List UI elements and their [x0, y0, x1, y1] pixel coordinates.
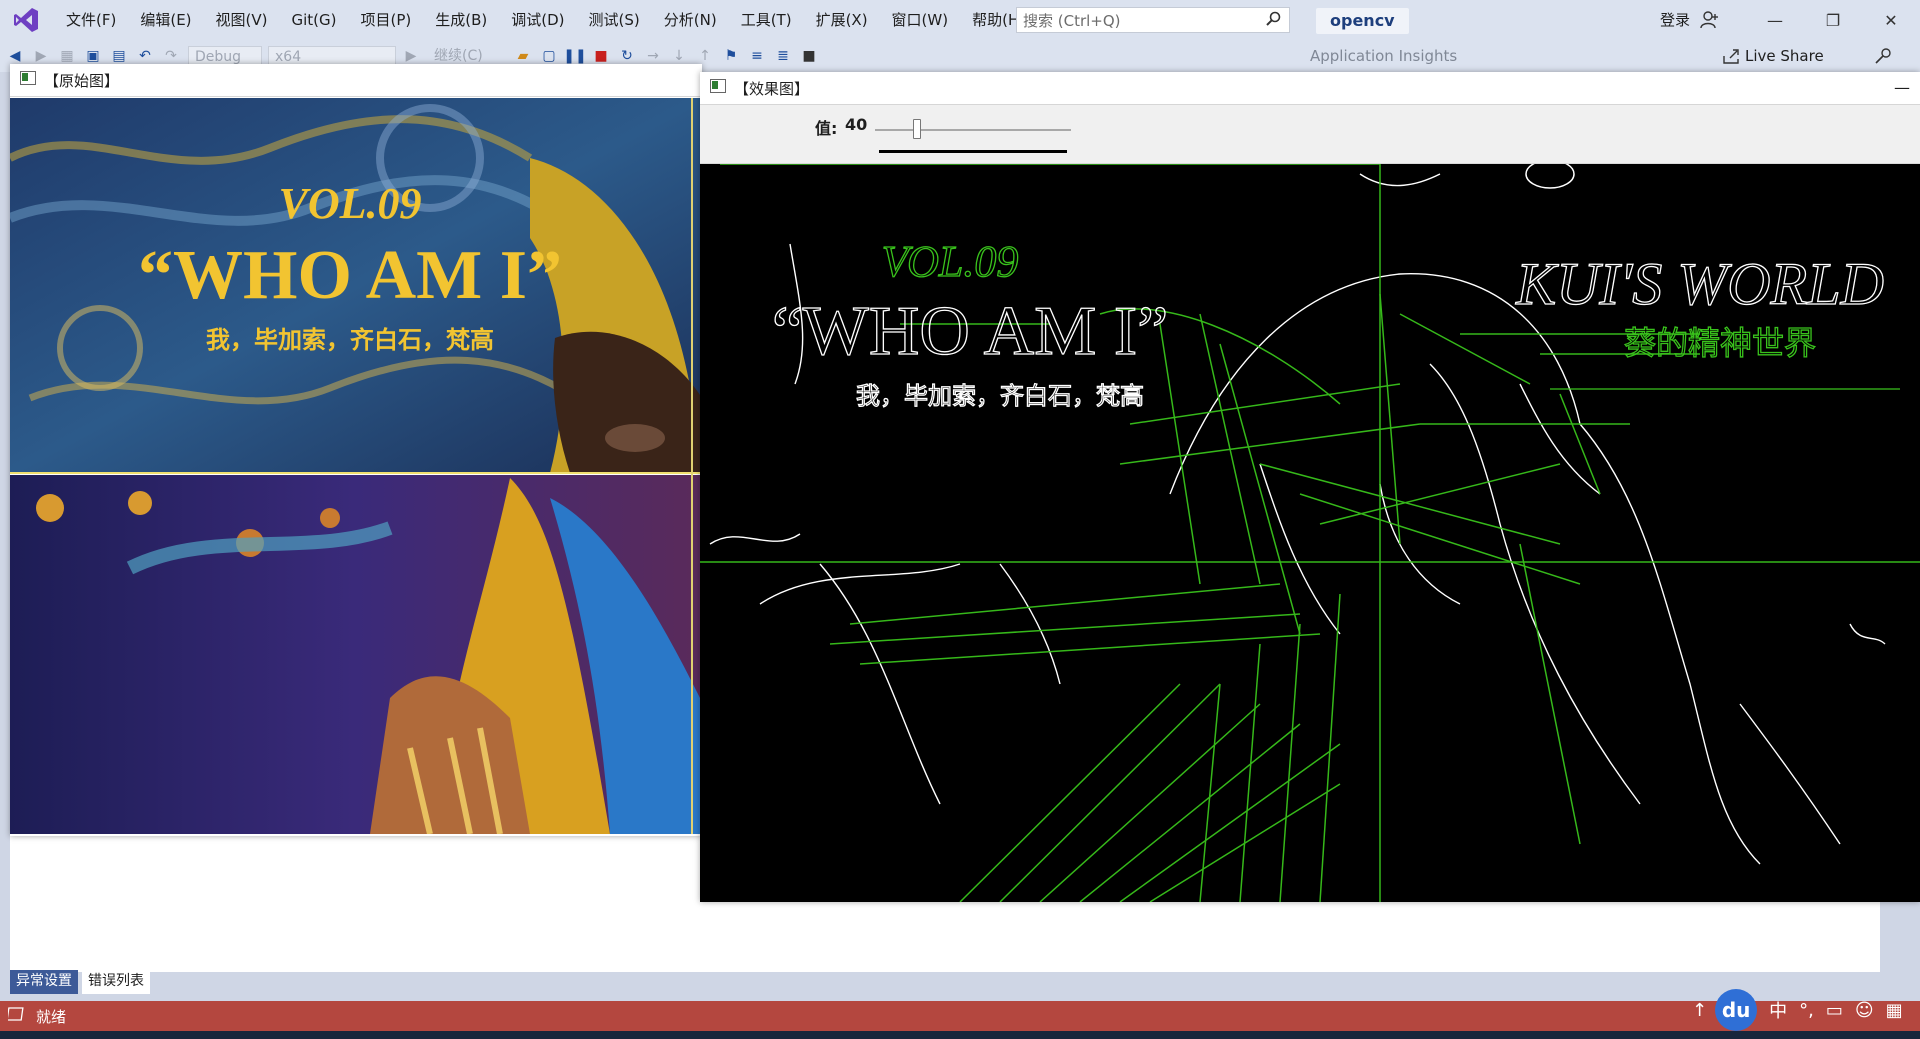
original-window-title: 【原始图】 — [44, 71, 120, 90]
menu-tools[interactable]: 工具(T) — [729, 0, 804, 40]
slider-rail — [875, 129, 1071, 131]
search-placeholder: 搜索 (Ctrl+Q) — [1023, 11, 1121, 30]
login-link[interactable]: 登录 — [1660, 0, 1690, 40]
slider-underline — [879, 150, 1067, 153]
breakpoint-icon[interactable]: ⚑ — [720, 45, 742, 67]
user-icon[interactable]: ☺ — [1855, 1000, 1874, 1021]
keyboard-icon[interactable]: ▭ — [1826, 1000, 1843, 1021]
poster-subtitle-text: 我，毕加索，齐白石，梵高 — [206, 326, 494, 354]
tab-error-list[interactable]: 错误列表 — [82, 970, 150, 994]
minimize-icon[interactable]: — — [1894, 78, 1910, 97]
tab-exception-settings[interactable]: 异常设置 — [10, 970, 78, 994]
effect-right-subtitle-text: 葵的精神世界 — [1624, 324, 1816, 362]
ime-mode[interactable]: 中 — [1769, 997, 1787, 1023]
continue-button[interactable]: 继续(C) — [428, 46, 508, 66]
search-icon — [1265, 11, 1281, 31]
effect-subtitle-text: 我，毕加索，齐白石，梵高 — [856, 382, 1144, 410]
stop-square-icon[interactable]: ■ — [798, 45, 820, 67]
application-insights-button[interactable]: Application Insights — [1310, 47, 1457, 65]
effect-window-titlebar[interactable]: 【效果图】 — — [700, 72, 1920, 105]
live-share-icon — [1722, 47, 1740, 69]
minimize-icon[interactable]: — — [1752, 0, 1798, 40]
edge-detection-image: VOL.09 “WHO AM I” 我，毕加索，齐白石，梵高 KUI'S WOR… — [700, 164, 1920, 902]
effect-vol-text: VOL.09 — [882, 237, 1019, 286]
trackbar-value: 40 — [845, 115, 868, 134]
menu-debug[interactable]: 调试(D) — [499, 0, 576, 40]
original-image: VOL.09 “WHO AM I” 我，毕加索，齐白石，梵高 — [10, 98, 702, 834]
window-app-icon — [20, 71, 36, 89]
upload-arrow-icon[interactable]: ↑ — [1692, 1000, 1707, 1021]
trackbar-label: 值: — [815, 119, 838, 138]
add-user-icon[interactable] — [1700, 10, 1720, 34]
status-text: 就绪 — [36, 1007, 67, 1026]
menu-project[interactable]: 项目(P) — [349, 0, 424, 40]
effect-headline-text: “WHO AM I” — [772, 293, 1169, 370]
status-bar: 就绪 — [0, 1001, 1920, 1031]
bottom-tool-tabs: 异常设置 错误列表 — [10, 970, 154, 994]
output-window-icon[interactable] — [6, 1007, 24, 1025]
trackbar-panel: 值: 40 — [700, 105, 1920, 164]
restore-icon[interactable]: ❐ — [1810, 0, 1856, 40]
menu-git[interactable]: Git(G) — [280, 0, 349, 40]
main-menu: 文件(F) 编辑(E) 视图(V) Git(G) 项目(P) 生成(B) 调试(… — [54, 0, 1037, 40]
visual-studio-logo-icon[interactable] — [6, 0, 46, 40]
menu-analyze[interactable]: 分析(N) — [652, 0, 729, 40]
title-bar: 文件(F) 编辑(E) 视图(V) Git(G) 项目(P) 生成(B) 调试(… — [0, 0, 1920, 40]
menu-view[interactable]: 视图(V) — [204, 0, 280, 40]
live-share-button[interactable]: Live Share — [1745, 47, 1824, 65]
solution-name-badge[interactable]: opencv — [1316, 8, 1409, 34]
window-app-icon — [710, 79, 726, 97]
menu-window[interactable]: 窗口(W) — [880, 0, 961, 40]
slider-thumb[interactable] — [913, 119, 921, 139]
effect-right-title-text: KUI'S WORLD — [1515, 251, 1884, 317]
search-input[interactable]: 搜索 (Ctrl+Q) — [1016, 7, 1290, 33]
grid-icon[interactable]: ▦ — [1886, 1000, 1903, 1021]
poster-vol-text: VOL.09 — [279, 179, 422, 228]
menu-extensions[interactable]: 扩展(X) — [804, 0, 880, 40]
menu-file[interactable]: 文件(F) — [54, 0, 128, 40]
poster-headline-text: “WHO AM I” — [138, 237, 562, 314]
menu-edit[interactable]: 编辑(E) — [128, 0, 203, 40]
threshold-slider[interactable] — [875, 115, 1071, 155]
original-image-window[interactable]: 【原始图】 VOL.09 “WHO AM I” 我，毕加索，齐白石，梵高 — [10, 64, 702, 836]
close-icon[interactable]: ✕ — [1868, 0, 1914, 40]
system-tray: ↑ du 中 °, ▭ ☺ ▦ — [1680, 989, 1903, 1031]
platform-select[interactable]: x64 — [268, 46, 396, 66]
feedback-icon[interactable] — [1874, 46, 1894, 70]
effect-window-title: 【效果图】 — [734, 79, 810, 98]
configuration-select[interactable]: Debug — [188, 46, 262, 66]
effect-image-window[interactable]: 【效果图】 — 值: 40 VOL.09 “WHO AM I” 我，毕加索，齐白… — [700, 72, 1920, 902]
punctuation-mode[interactable]: °, — [1799, 1000, 1814, 1021]
taskbar — [0, 1031, 1920, 1039]
menu-build[interactable]: 生成(B) — [423, 0, 499, 40]
comment-icon[interactable]: ≡ — [746, 45, 768, 67]
uncomment-icon[interactable]: ≣ — [772, 45, 794, 67]
menu-test[interactable]: 测试(S) — [577, 0, 652, 40]
du-icon[interactable]: du — [1715, 989, 1758, 1031]
original-window-titlebar[interactable]: 【原始图】 — [10, 64, 702, 97]
